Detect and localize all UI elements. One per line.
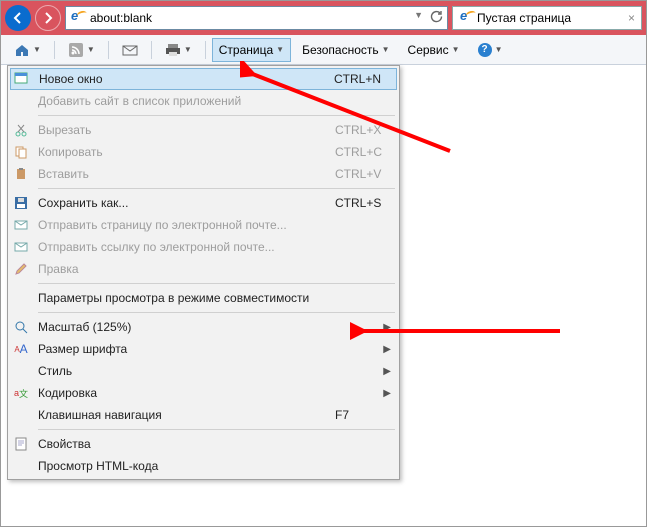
menu-send-page: Отправить страницу по электронной почте.… <box>10 214 397 236</box>
address-bar[interactable]: ▼ <box>65 6 448 30</box>
menu-label: Просмотр HTML-кода <box>38 459 391 473</box>
submenu-arrow-icon: ▶ <box>383 344 391 355</box>
forward-button[interactable] <box>35 5 61 31</box>
properties-icon <box>12 435 30 453</box>
menu-shortcut: CTRL+C <box>335 145 391 159</box>
send-page-icon <box>12 216 30 234</box>
menu-label: Свойства <box>38 437 391 451</box>
refresh-icon[interactable] <box>429 10 443 27</box>
menu-label: Параметры просмотра в режиме совместимос… <box>38 291 391 305</box>
menu-shortcut: CTRL+S <box>335 196 391 210</box>
menu-edit: Правка <box>10 258 397 280</box>
menu-label: Сохранить как... <box>38 196 327 210</box>
ie-icon <box>459 11 473 25</box>
menu-label: Масштаб (125%) <box>38 320 371 334</box>
page-menu-label: Страница <box>219 43 273 57</box>
tools-menu-label: Сервис <box>408 43 449 57</box>
back-button[interactable] <box>5 5 31 31</box>
menu-label: Кодировка <box>38 386 371 400</box>
menu-save-as[interactable]: Сохранить как... CTRL+S <box>10 192 397 214</box>
menu-shortcut: CTRL+N <box>334 72 390 86</box>
paste-icon <box>12 165 30 183</box>
menu-label: Стиль <box>38 364 371 378</box>
window-icon <box>13 70 31 88</box>
menu-label: Вырезать <box>38 123 327 137</box>
submenu-arrow-icon: ▶ <box>383 388 391 399</box>
menu-label: Добавить сайт в список приложений <box>38 94 391 108</box>
menu-label: Отправить страницу по электронной почте.… <box>38 218 391 232</box>
send-link-icon <box>12 238 30 256</box>
menu-font-size[interactable]: AA Размер шрифта ▶ <box>10 338 397 360</box>
menu-style[interactable]: Стиль ▶ <box>10 360 397 382</box>
ie-icon <box>70 11 84 25</box>
menu-label: Копировать <box>38 145 327 159</box>
font-size-icon: AA <box>12 340 30 358</box>
menu-compatibility-view[interactable]: Параметры просмотра в режиме совместимос… <box>10 287 397 309</box>
page-menu-button[interactable]: Страница ▼ <box>212 38 291 62</box>
tools-menu-button[interactable]: Сервис ▼ <box>401 38 467 62</box>
cut-icon <box>12 121 30 139</box>
print-button[interactable]: ▼ <box>158 38 199 62</box>
menu-shortcut: CTRL+V <box>335 167 391 181</box>
copy-icon <box>12 143 30 161</box>
menu-view-source[interactable]: Просмотр HTML-кода <box>10 455 397 477</box>
mail-button[interactable] <box>115 38 145 62</box>
browser-tab[interactable]: Пустая страница × <box>452 6 642 30</box>
tab-close-button[interactable]: × <box>628 11 635 25</box>
zoom-icon <box>12 318 30 336</box>
edit-icon <box>12 260 30 278</box>
dropdown-icon[interactable]: ▼ <box>414 10 423 27</box>
command-bar: ▼ ▼ ▼ Страница ▼ Безопасность ▼ Сервис ▼… <box>1 35 646 65</box>
menu-add-site: Добавить сайт в список приложений <box>10 90 397 112</box>
menu-label: Правка <box>38 262 391 276</box>
feeds-button[interactable]: ▼ <box>61 38 102 62</box>
menu-label: Размер шрифта <box>38 342 371 356</box>
menu-shortcut: CTRL+X <box>335 123 391 137</box>
home-button[interactable]: ▼ <box>7 38 48 62</box>
submenu-arrow-icon: ▶ <box>383 366 391 377</box>
menu-label: Новое окно <box>39 72 326 86</box>
menu-caret-browsing[interactable]: Клавишная навигация F7 <box>10 404 397 426</box>
save-icon <box>12 194 30 212</box>
menu-zoom[interactable]: Масштаб (125%) ▶ <box>10 316 397 338</box>
menu-send-link: Отправить ссылку по электронной почте... <box>10 236 397 258</box>
submenu-arrow-icon: ▶ <box>383 322 391 333</box>
navigation-bar: ▼ Пустая страница × <box>1 1 646 35</box>
menu-label: Отправить ссылку по электронной почте... <box>38 240 391 254</box>
security-menu-button[interactable]: Безопасность ▼ <box>295 38 396 62</box>
encoding-icon: a文 <box>12 384 30 402</box>
menu-cut: Вырезать CTRL+X <box>10 119 397 141</box>
menu-properties[interactable]: Свойства <box>10 433 397 455</box>
menu-encoding[interactable]: a文 Кодировка ▶ <box>10 382 397 404</box>
menu-label: Клавишная навигация <box>38 408 327 422</box>
url-input[interactable] <box>88 10 410 26</box>
menu-paste: Вставить CTRL+V <box>10 163 397 185</box>
help-button[interactable]: ? ▼ <box>471 38 510 62</box>
security-menu-label: Безопасность <box>302 43 379 57</box>
help-icon: ? <box>478 43 492 57</box>
menu-shortcut: F7 <box>335 408 391 422</box>
menu-label: Вставить <box>38 167 327 181</box>
page-dropdown-menu: Новое окно CTRL+N Добавить сайт в список… <box>7 65 400 480</box>
menu-copy: Копировать CTRL+C <box>10 141 397 163</box>
menu-new-window[interactable]: Новое окно CTRL+N <box>10 68 397 90</box>
tab-title: Пустая страница <box>477 11 571 25</box>
